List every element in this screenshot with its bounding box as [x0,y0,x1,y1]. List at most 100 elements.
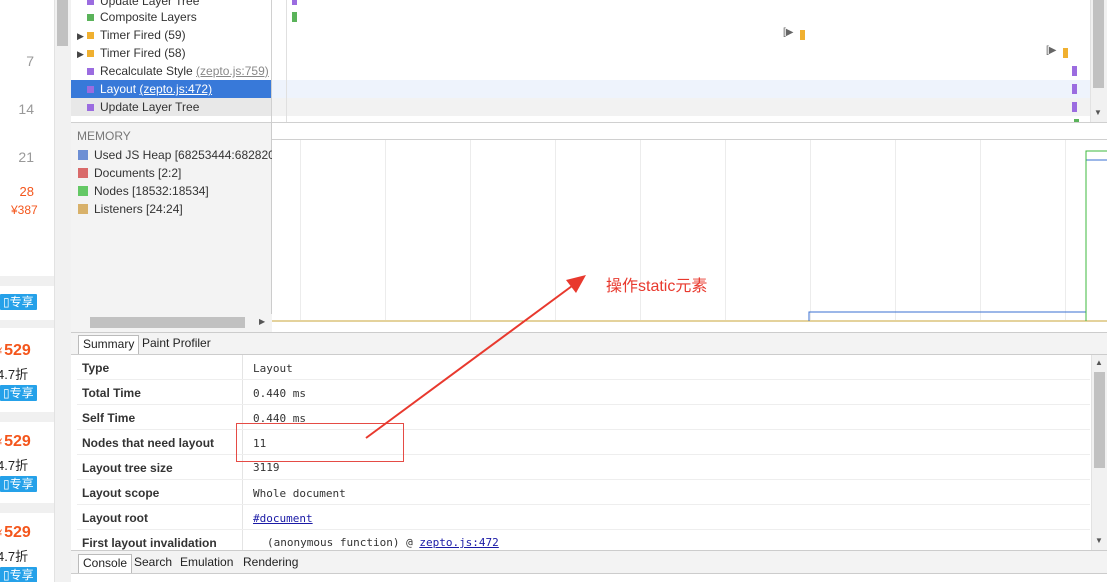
phone-icon: ▯ [3,295,10,309]
memory-graph-header [271,122,1107,140]
summary-key: Nodes that need layout [82,436,215,450]
summary-scrollbar-thumb[interactable] [1094,372,1105,468]
tab-rendering[interactable]: Rendering [239,554,302,573]
summary-row [77,455,1090,480]
collapsed-group-icon[interactable]: [▶ [783,27,793,38]
page-content-strip: 7 14 21 28 ¥387 ▯专享 ¥529 4.7折 ▯专享 ¥529 4… [0,0,54,582]
summary-key: Layout scope [82,486,160,500]
scroll-up-arrow-icon[interactable]: ▲ [1095,358,1103,367]
event-marker[interactable] [1072,84,1077,94]
calendar-day[interactable]: 28 [20,184,34,199]
event-marker[interactable] [1072,66,1077,76]
category-color-icon [87,32,94,39]
horizontal-scrollbar-thumb[interactable] [90,317,245,328]
expand-triangle-icon[interactable]: ▶ [77,27,87,45]
exclusive-badge: ▯专享 [0,294,37,310]
memory-counter-listeners[interactable]: Listeners [24:24] [78,200,272,218]
scroll-right-arrow-icon[interactable]: ▶ [259,317,265,326]
product-price: ¥529 [0,433,31,450]
tab-paint-profiler[interactable]: Paint Profiler [138,335,215,354]
summary-value: Layout [253,362,293,375]
details-tab-bar [71,332,1107,355]
summary-row [77,480,1090,505]
collapsed-group-icon[interactable]: [▶ [1046,45,1056,56]
timeline-records-tree: Update Layer Tree Composite Layers ▶ Time… [71,0,272,122]
timeline-record[interactable]: Update Layer Tree [71,98,271,116]
category-color-icon [87,104,94,111]
expand-triangle-icon[interactable]: ▶ [77,45,87,63]
exclusive-badge: ▯专享 [0,385,37,401]
summary-value-link[interactable]: #document [253,512,313,525]
event-marker[interactable] [292,0,297,5]
tab-summary[interactable]: Summary [78,335,140,354]
divider [0,320,54,328]
summary-value: (anonymous function) @ zepto.js:472 [267,536,499,549]
memory-counter-documents[interactable]: Documents [2:2] [78,164,272,182]
summary-key: Type [82,361,110,375]
summary-value: 3119 [253,461,280,474]
page-scrollbar[interactable] [54,0,71,582]
source-link[interactable]: zepto.js:472 [419,536,498,549]
timeline-divider [286,0,287,122]
summary-key: First layout invalidation [82,536,217,550]
category-color-icon [87,50,94,57]
timeline-record-selected[interactable]: Layout (zepto.js:472) [71,80,271,98]
calendar-day[interactable]: 14 [18,101,34,117]
timeline-record[interactable]: Recalculate Style (zepto.js:759) [71,62,271,80]
summary-key: Layout tree size [82,461,173,475]
calendar-day[interactable]: 7 [26,53,34,69]
category-color-icon [87,68,94,75]
scroll-down-arrow-icon[interactable]: ▼ [1094,108,1102,117]
calendar-day[interactable]: 21 [18,149,34,165]
checkbox-icon[interactable] [78,186,88,196]
event-marker[interactable] [292,12,297,22]
discount-label: 4.7折 [0,549,29,564]
phone-icon: ▯ [3,477,10,491]
scroll-down-arrow-icon[interactable]: ▼ [1095,536,1103,545]
memory-counter-nodes[interactable]: Nodes [18532:18534] [78,182,272,200]
timeline-record[interactable]: Composite Layers [71,8,271,26]
checkbox-icon[interactable] [78,204,88,214]
page-scrollbar-thumb[interactable] [57,0,68,46]
event-marker[interactable] [800,30,805,40]
checkbox-icon[interactable] [78,150,88,160]
summary-value: Whole document [253,487,346,500]
tab-console[interactable]: Console [78,554,133,573]
summary-value: 0.440 ms [253,387,306,400]
summary-row [77,505,1090,530]
discount-label: 4.7折 [0,458,29,473]
timeline-scrollbar-thumb[interactable] [1093,0,1104,88]
nodes-line [1085,150,1107,321]
event-marker[interactable] [1072,102,1077,112]
exclusive-badge: ▯专享 [0,567,37,582]
category-color-icon [87,86,94,93]
source-link[interactable]: (zepto.js:472) [139,82,212,96]
memory-graph-lines [272,150,1107,322]
summary-key: Layout root [82,511,148,525]
event-marker[interactable] [1063,48,1068,58]
summary-row [77,380,1090,405]
tab-search[interactable]: Search [130,554,176,573]
selected-row-highlight [272,80,1090,98]
divider [0,276,54,286]
timeline-record[interactable]: ▶ Timer Fired (58) [71,44,271,63]
day-price: ¥387 [11,203,38,217]
console-toolbar [71,574,1107,582]
summary-key: Self Time [82,411,136,425]
memory-counter-js-heap[interactable]: Used JS Heap [68253444:68282064] [78,146,272,164]
tab-emulation[interactable]: Emulation [176,554,237,573]
phone-icon: ▯ [3,386,10,400]
summary-row [77,430,1090,455]
category-color-icon [87,0,94,5]
summary-row [77,355,1090,380]
timeline-record[interactable]: ▶ Timer Fired (59) [71,26,271,45]
memory-title: MEMORY [77,129,131,143]
source-link[interactable]: (zepto.js:759) [196,64,269,78]
checkbox-icon[interactable] [78,168,88,178]
annotation-label: 操作static元素 [606,278,708,295]
annotation-highlight-box [236,423,404,462]
category-color-icon [87,14,94,21]
exclusive-badge: ▯专享 [0,476,37,492]
divider [0,412,54,422]
summary-key: Total Time [82,386,141,400]
